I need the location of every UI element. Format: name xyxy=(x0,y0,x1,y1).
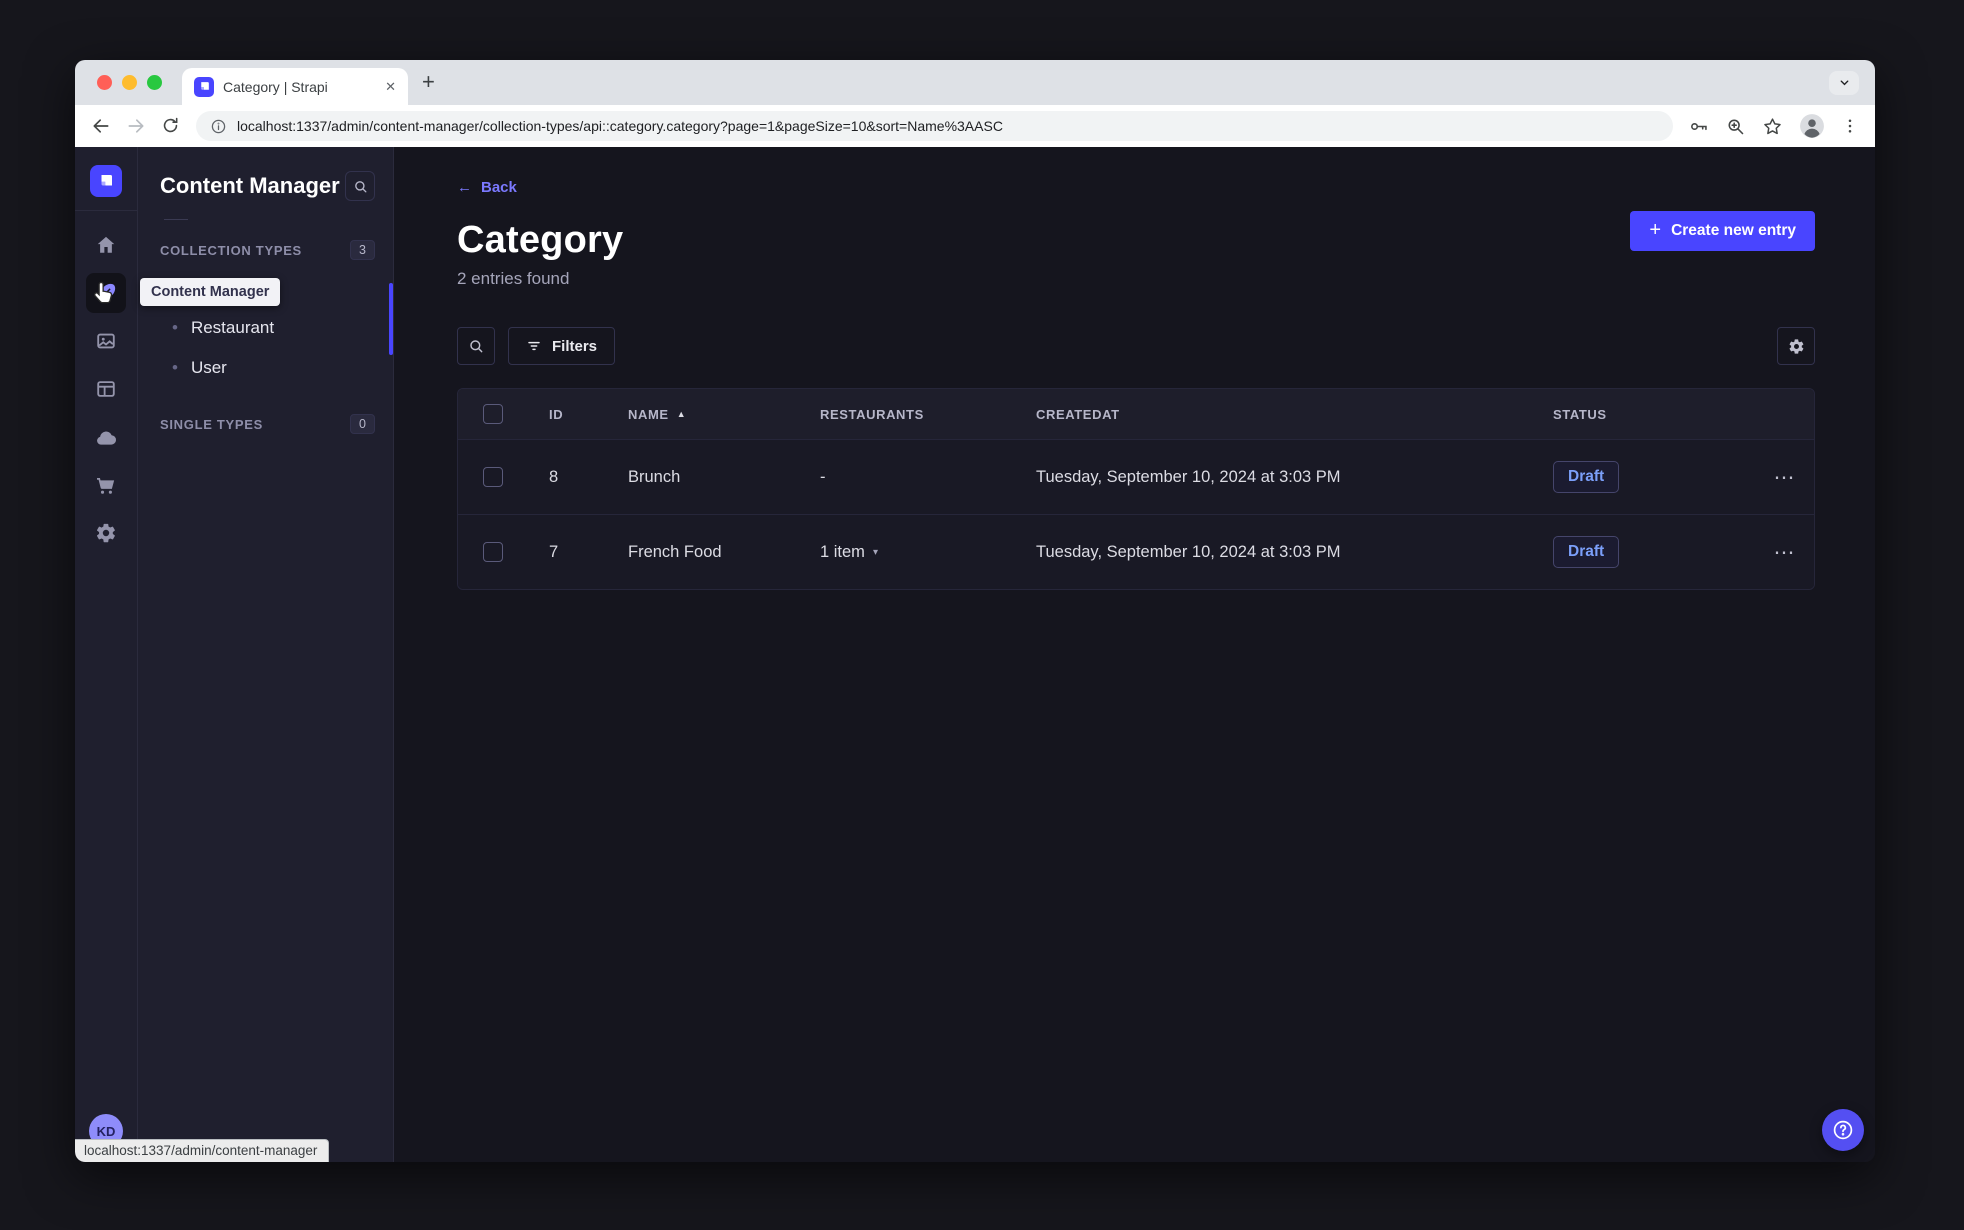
sort-asc-icon: ▲ xyxy=(676,409,687,419)
table-actions-row: Filters xyxy=(457,327,1815,365)
zoom-in-icon[interactable] xyxy=(1725,116,1746,137)
profile-avatar-icon[interactable] xyxy=(1799,113,1825,139)
subnav-item-user[interactable]: • User xyxy=(160,348,375,388)
cell-name: French Food xyxy=(628,542,722,561)
back-label: Back xyxy=(481,179,517,196)
row-actions-menu-icon[interactable]: ⋯ xyxy=(1755,540,1814,565)
subnav-title: Content Manager xyxy=(160,173,340,198)
window-controls[interactable] xyxy=(97,75,162,90)
chevron-down-icon: ▾ xyxy=(872,546,878,558)
cell-id: 7 xyxy=(549,542,559,561)
subnav-item-label: User xyxy=(190,358,227,377)
page-title: Category xyxy=(457,219,624,261)
search-button[interactable] xyxy=(457,327,495,365)
strapi-favicon xyxy=(194,76,214,97)
nav-media-library-icon[interactable] xyxy=(86,321,126,361)
cell-restaurants[interactable]: 1 item ▾ xyxy=(820,543,1036,562)
cell-name: Brunch xyxy=(628,467,681,486)
url-text[interactable]: localhost:1337/admin/content-manager/col… xyxy=(237,118,1003,134)
subnav-item-restaurant[interactable]: • Restaurant xyxy=(160,308,375,348)
link-preview-status-bar: localhost:1337/admin/content-manager xyxy=(75,1139,330,1162)
tab-close-icon[interactable]: ✕ xyxy=(385,79,396,95)
toolbar-actions xyxy=(1688,113,1859,139)
password-key-icon[interactable] xyxy=(1688,116,1709,137)
status-badge: Draft xyxy=(1553,536,1620,568)
maximize-window-button[interactable] xyxy=(147,75,162,90)
nav-content-type-builder-icon[interactable] xyxy=(86,369,126,409)
view-settings-gear-button[interactable] xyxy=(1777,327,1815,365)
subnav-divider xyxy=(164,219,188,220)
row-checkbox[interactable] xyxy=(483,542,503,562)
cell-createdat: Tuesday, September 10, 2024 at 3:03 PM xyxy=(1036,542,1341,561)
back-icon[interactable] xyxy=(91,116,111,136)
create-button-label: Create new entry xyxy=(1671,222,1796,239)
cell-createdat: Tuesday, September 10, 2024 at 3:03 PM xyxy=(1036,467,1341,486)
nav-divider xyxy=(75,210,137,211)
table-row[interactable]: 8 Brunch - Tuesday, September 10, 2024 a… xyxy=(458,439,1814,514)
status-badge: Draft xyxy=(1553,461,1620,493)
page-info-icon[interactable] xyxy=(210,118,227,135)
tab-title: Category | Strapi xyxy=(223,78,328,95)
close-window-button[interactable] xyxy=(97,75,112,90)
select-all-checkbox[interactable] xyxy=(483,404,503,424)
row-actions-menu-icon[interactable]: ⋯ xyxy=(1755,465,1814,490)
filter-icon xyxy=(526,338,542,354)
url-bar[interactable]: localhost:1337/admin/content-manager/col… xyxy=(196,111,1673,141)
reload-icon[interactable] xyxy=(161,116,181,136)
collection-types-count-badge: 3 xyxy=(350,240,375,260)
nav-deploy-cloud-icon[interactable] xyxy=(86,417,126,457)
entries-table: ID NAME ▲ RESTAURANTS CREATEDAT STATUS 8… xyxy=(457,388,1815,590)
nav-settings-gear-icon[interactable] xyxy=(86,513,126,553)
collection-types-section: COLLECTION TYPES 3 xyxy=(160,240,375,260)
filters-label: Filters xyxy=(552,337,598,355)
browser-menu-dots-icon[interactable] xyxy=(1841,117,1859,135)
row-checkbox[interactable] xyxy=(483,467,503,487)
relation-count-label: 1 item xyxy=(820,542,865,561)
subnav-scroll-indicator xyxy=(389,283,393,355)
browser-tab[interactable]: Category | Strapi ✕ xyxy=(182,68,408,105)
subnav-search-icon[interactable] xyxy=(345,171,375,201)
strapi-logo[interactable] xyxy=(90,165,122,197)
section-label: COLLECTION TYPES xyxy=(160,242,302,258)
entries-count: 2 entries found xyxy=(457,269,570,288)
header-name-label: NAME xyxy=(628,406,669,422)
header-createdat[interactable]: CREATEDAT xyxy=(1036,407,1553,422)
browser-tab-strip: Category | Strapi ✕ + xyxy=(75,60,1875,105)
subnav-item-label: Restaurant xyxy=(190,318,275,337)
create-new-entry-button[interactable]: + Create new entry xyxy=(1630,211,1815,251)
strapi-admin-app: KD Content Manager COLLECTION TYPES 3 • … xyxy=(75,147,1875,1162)
header-id[interactable]: ID xyxy=(549,407,628,422)
single-types-section: SINGLE TYPES 0 xyxy=(160,414,375,434)
minimize-window-button[interactable] xyxy=(122,75,137,90)
header-restaurants[interactable]: RESTAURANTS xyxy=(820,407,1036,422)
bookmark-star-icon[interactable] xyxy=(1762,116,1783,137)
forward-icon xyxy=(126,116,146,136)
table-row[interactable]: 7 French Food 1 item ▾ Tuesday, Septembe… xyxy=(458,514,1814,589)
nav-home-icon[interactable] xyxy=(86,225,126,265)
nav-marketplace-cart-icon[interactable] xyxy=(86,465,126,505)
help-button[interactable] xyxy=(1822,1109,1864,1151)
filters-button[interactable]: Filters xyxy=(508,327,616,365)
browser-toolbar: localhost:1337/admin/content-manager/col… xyxy=(75,105,1875,147)
content-manager-tooltip: Content Manager xyxy=(140,278,281,306)
back-link[interactable]: ← Back xyxy=(457,179,517,196)
cell-restaurants: - xyxy=(820,467,826,486)
header-status[interactable]: STATUS xyxy=(1553,407,1755,422)
cell-id: 8 xyxy=(549,467,559,486)
mouse-cursor-pointer xyxy=(91,280,118,307)
table-header-row: ID NAME ▲ RESTAURANTS CREATEDAT STATUS xyxy=(458,389,1814,439)
browser-window: Category | Strapi ✕ + localhost:1337/adm… xyxy=(75,60,1875,1162)
new-tab-button[interactable]: + xyxy=(422,70,435,95)
header-name[interactable]: NAME ▲ xyxy=(628,407,820,422)
tab-search-chevron-icon[interactable] xyxy=(1829,70,1859,95)
back-arrow-icon: ← xyxy=(457,179,472,196)
main-content: ← Back Category 2 entries found + Create… xyxy=(394,147,1875,1162)
section-label: SINGLE TYPES xyxy=(160,416,264,432)
single-types-count-badge: 0 xyxy=(350,414,375,434)
